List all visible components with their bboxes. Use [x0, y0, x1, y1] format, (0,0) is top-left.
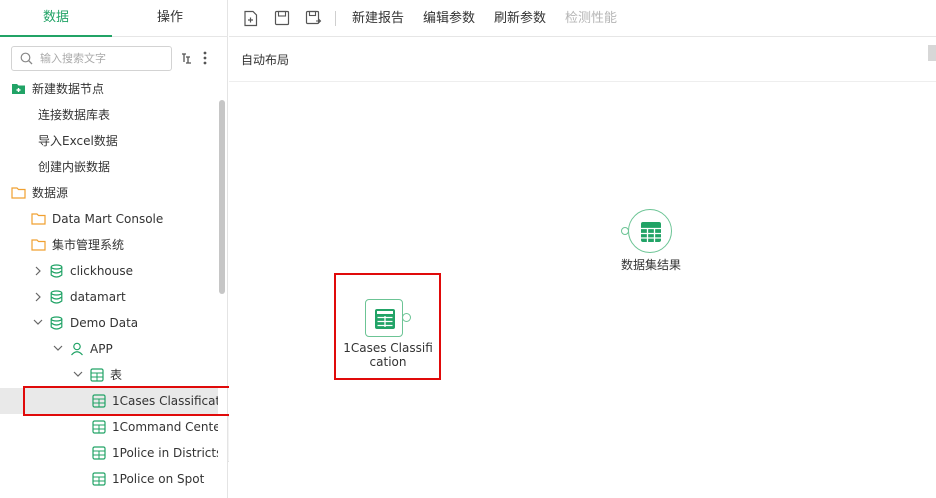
tree-item-label: 1Police on Spot: [112, 472, 205, 486]
tree-item-label: 表: [110, 368, 123, 382]
tree-item-import-excel[interactable]: 导入Excel数据: [0, 128, 218, 154]
chevron-down-icon[interactable]: [53, 344, 63, 352]
app-root: 数据 操作 新建数据节点 连接: [0, 0, 936, 498]
toolbar: 新建报告 编辑参数 刷新参数 检测性能: [229, 0, 936, 37]
folder-icon: [31, 239, 46, 251]
toolbar-separator: [335, 11, 336, 26]
tree-item-datamart[interactable]: datamart: [0, 284, 218, 310]
source-node-output-port[interactable]: [402, 313, 411, 322]
flow-canvas[interactable]: [229, 83, 936, 498]
tree-item-mart-system[interactable]: 集市管理系统: [0, 232, 218, 258]
tree-item-label: Demo Data: [70, 316, 139, 330]
tree-item-label: clickhouse: [70, 264, 133, 278]
tree-item-1cases-classification[interactable]: 1Cases Classification: [0, 388, 218, 414]
tree-item-label: 导入Excel数据: [38, 134, 118, 148]
table-icon: [375, 309, 395, 329]
tree-item-label: 创建内嵌数据: [38, 160, 111, 174]
table-icon: [92, 420, 106, 434]
tree-item-partial: [0, 492, 218, 498]
tab-operation[interactable]: 操作: [114, 0, 226, 37]
folder-icon: [31, 213, 46, 225]
new-file-icon[interactable]: [243, 10, 259, 27]
tree-scrollbar[interactable]: [219, 100, 225, 294]
tree-item-embedded-data[interactable]: 创建内嵌数据: [0, 154, 218, 180]
side-expand-button[interactable]: [928, 45, 936, 61]
table-icon: [92, 446, 106, 460]
tree-item-label: 连接数据库表: [38, 108, 111, 122]
tree-item-label: 1Police in Districts and: [112, 446, 218, 460]
database-icon: [50, 316, 63, 330]
search-icon: [20, 52, 33, 65]
tree-item-demo-data[interactable]: Demo Data: [0, 310, 218, 336]
new-folder-icon: [12, 84, 25, 94]
folder-icon: [11, 187, 26, 199]
source-node[interactable]: [365, 299, 403, 337]
table-icon: [92, 472, 106, 486]
table-icon: [90, 368, 104, 382]
edit-params-button[interactable]: 编辑参数: [423, 0, 475, 37]
refresh-params-button[interactable]: 刷新参数: [494, 0, 546, 37]
tree-item-clickhouse[interactable]: clickhouse: [0, 258, 218, 284]
table-icon: [92, 394, 106, 408]
tree-item-label: datamart: [70, 290, 126, 304]
table-icon: [641, 222, 661, 242]
database-icon: [50, 264, 63, 278]
tree-item-label: Data Mart Console: [52, 212, 164, 226]
search-input[interactable]: [40, 50, 168, 67]
chevron-down-icon[interactable]: [73, 370, 83, 378]
tree-item-data-mart-console[interactable]: Data Mart Console: [0, 206, 218, 232]
auto-layout-button[interactable]: 自动布局: [241, 38, 289, 82]
tree-item-1command-center[interactable]: 1Command Center: [0, 414, 218, 440]
filter-tree-icon[interactable]: [180, 51, 193, 65]
chevron-down-icon[interactable]: [33, 318, 43, 326]
layout-bar: 自动布局: [229, 38, 936, 82]
panel-tabs: 数据 操作: [0, 0, 228, 37]
database-icon: [50, 290, 63, 304]
left-panel: 数据 操作 新建数据节点 连接: [0, 0, 228, 498]
tree-item-1police-on-spot[interactable]: 1Police on Spot: [0, 466, 218, 492]
result-node[interactable]: [628, 209, 672, 253]
check-performance-button[interactable]: 检测性能: [565, 0, 617, 37]
tree-item-label: APP: [90, 342, 113, 356]
source-node-label: 1Cases Classification: [343, 341, 433, 369]
tab-data[interactable]: 数据: [0, 0, 112, 37]
tree-item-label: 1Command Center: [112, 420, 218, 434]
save-icon[interactable]: [274, 10, 290, 26]
tree-item-label: 数据源: [32, 186, 69, 200]
more-vertical-icon[interactable]: [202, 51, 208, 65]
tree-item-1police-in-districts[interactable]: 1Police in Districts and: [0, 440, 218, 466]
chevron-right-icon[interactable]: [34, 266, 42, 276]
tree-item-new-data-node[interactable]: 新建数据节点: [0, 76, 218, 102]
new-report-button[interactable]: 新建报告: [352, 0, 404, 37]
tree-item-datasource[interactable]: 数据源: [0, 180, 218, 206]
tree-item-connect-db[interactable]: 连接数据库表: [0, 102, 218, 128]
search-box: [11, 46, 172, 71]
result-node-label: 数据集结果: [620, 258, 681, 272]
save-as-icon[interactable]: [305, 10, 322, 26]
tree-item-tables-folder[interactable]: 表: [0, 362, 218, 388]
chevron-right-icon[interactable]: [34, 292, 42, 302]
data-tree: 新建数据节点 连接数据库表 导入Excel数据 创建内嵌数据 数据源 Data …: [0, 76, 218, 498]
user-icon: [71, 342, 83, 356]
tree-item-app[interactable]: APP: [0, 336, 218, 362]
tree-item-label: 1Cases Classification: [112, 394, 218, 408]
tree-item-label: 新建数据节点: [32, 82, 105, 96]
tree-item-label: 集市管理系统: [52, 238, 125, 252]
